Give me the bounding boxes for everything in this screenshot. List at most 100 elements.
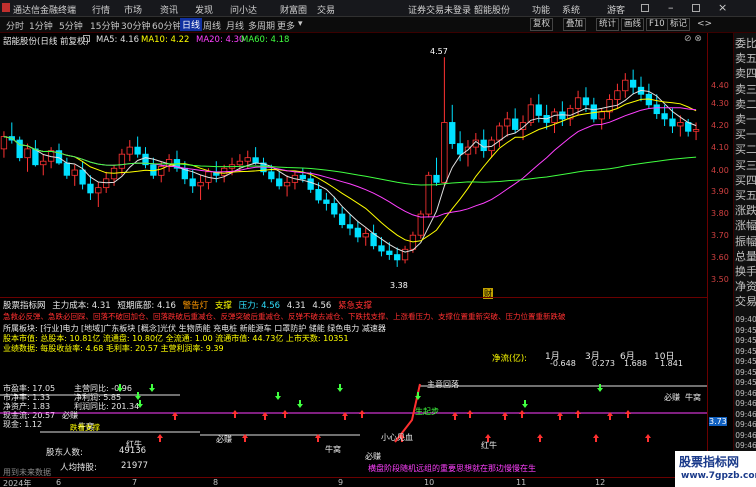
candle[interactable]	[189, 170, 196, 193]
sidebar-item[interactable]: 卖四	[735, 65, 756, 81]
period-15min[interactable]: 15分钟	[90, 19, 119, 32]
tool-diejia[interactable]: 叠加	[563, 18, 587, 31]
candle[interactable]	[323, 192, 330, 211]
period-weekly[interactable]: 周线	[203, 19, 221, 32]
period-daily[interactable]: 日线	[180, 18, 203, 31]
candle[interactable]	[252, 147, 259, 165]
candle[interactable]	[456, 131, 464, 162]
sidebar-item[interactable]: 卖五	[735, 50, 756, 66]
menu-item-jiaoyi[interactable]: 交易	[317, 3, 335, 16]
sidebar-item[interactable]: 买一	[735, 126, 756, 142]
sidebar-item[interactable]: 卖三	[735, 81, 756, 97]
candle[interactable]	[551, 108, 558, 134]
candle[interactable]	[354, 221, 362, 243]
period-30min[interactable]: 30分钟	[121, 19, 150, 32]
candle[interactable]	[464, 140, 472, 167]
period-fenshi[interactable]: 分时	[6, 19, 24, 32]
candle[interactable]	[276, 171, 283, 190]
settings-icon[interactable]	[83, 35, 90, 42]
period-60min[interactable]: 60分钟	[152, 19, 181, 32]
sidebar-item[interactable]: 振幅	[735, 233, 756, 249]
candle[interactable]	[433, 157, 440, 186]
candle[interactable]	[637, 76, 645, 102]
minimize-icon[interactable]: –	[668, 1, 674, 14]
candle[interactable]	[283, 175, 291, 197]
candle[interactable]	[71, 164, 78, 186]
candle[interactable]	[126, 140, 133, 162]
candle[interactable]	[291, 171, 299, 190]
candle[interactable]	[16, 136, 23, 162]
sidebar-item[interactable]: 总量	[735, 248, 756, 264]
candle[interactable]	[449, 104, 456, 149]
trade-login-notice[interactable]: 证券交易未登录	[408, 3, 471, 16]
candle[interactable]	[95, 182, 102, 208]
candle[interactable]	[622, 73, 629, 98]
menu-item-gongneng[interactable]: 功能	[532, 3, 550, 16]
sidebar-item[interactable]: 委比	[735, 35, 756, 51]
sidebar-item[interactable]: 卖一	[735, 111, 756, 127]
menu-item-faxian[interactable]: 发现	[195, 3, 213, 16]
candle[interactable]	[480, 129, 487, 158]
sidebar-item[interactable]: 交易	[735, 293, 756, 309]
candle[interactable]	[197, 175, 204, 200]
sidebar-item[interactable]: 涨跌	[735, 202, 756, 218]
candle[interactable]	[118, 148, 126, 176]
tool-biaoji[interactable]: 标记	[667, 18, 691, 31]
candle[interactable]	[0, 131, 8, 158]
candle[interactable]	[346, 214, 354, 236]
candle[interactable]	[362, 228, 369, 246]
candle[interactable]	[79, 161, 86, 190]
period-5min[interactable]: 5分钟	[59, 19, 83, 32]
menu-item-zixun[interactable]: 资讯	[160, 3, 178, 16]
tool-tongji[interactable]: 统计	[596, 18, 620, 31]
sidebar-item[interactable]: 净资	[735, 278, 756, 294]
tool-f10[interactable]: F10	[646, 18, 668, 31]
candle[interactable]	[40, 154, 47, 176]
sidebar-item[interactable]: 卖二	[735, 96, 756, 112]
candle[interactable]	[150, 157, 157, 179]
period-1min[interactable]: 1分钟	[29, 19, 53, 32]
candle[interactable]	[504, 111, 511, 137]
candle[interactable]	[417, 210, 424, 239]
sidebar-item[interactable]: 买三	[735, 157, 756, 173]
menu-item-shichang[interactable]: 市场	[124, 3, 142, 16]
candle[interactable]	[645, 83, 653, 109]
candle[interactable]	[394, 247, 401, 267]
sidebar-item[interactable]: 涨幅	[735, 217, 756, 233]
candle[interactable]	[63, 157, 71, 179]
tool-huaxian[interactable]: 画线	[621, 18, 645, 31]
user-guest[interactable]: 游客	[607, 3, 625, 16]
candle[interactable]	[47, 147, 55, 169]
candle[interactable]	[629, 69, 637, 95]
window-icon[interactable]	[641, 4, 649, 12]
candle[interactable]	[134, 136, 141, 158]
candle[interactable]	[512, 108, 519, 134]
sidebar-item[interactable]: 换手	[735, 263, 756, 279]
menu-item-wenxiaoda[interactable]: 问小达	[230, 3, 257, 16]
candle[interactable]	[338, 207, 346, 229]
menu-item-caifuquan[interactable]: 财富圈	[280, 3, 307, 16]
candlestick-chart[interactable]	[0, 44, 707, 289]
period-multi[interactable]: 多周期	[248, 19, 275, 32]
indicator-name[interactable]: 股票指标网	[3, 301, 46, 311]
maximize-icon[interactable]	[692, 4, 700, 12]
candle[interactable]	[496, 122, 503, 148]
chevron-down-icon[interactable]: ▾	[298, 19, 303, 29]
candle[interactable]	[87, 175, 94, 200]
close-icon[interactable]: ×	[718, 1, 727, 14]
period-more[interactable]: 更多	[277, 19, 295, 32]
candle[interactable]	[173, 150, 181, 172]
candle[interactable]	[370, 224, 377, 250]
sidebar-item[interactable]: 买四	[735, 172, 756, 188]
period-monthly[interactable]: 月线	[226, 19, 244, 32]
chart-settings-icon[interactable]: ⊘ ⊗	[684, 34, 702, 44]
candle[interactable]	[401, 245, 409, 264]
sidebar-item[interactable]: 买二	[735, 141, 756, 157]
tool-fuquan[interactable]: 复权	[530, 18, 554, 31]
menu-item-xitong[interactable]: 系统	[562, 3, 580, 16]
menu-item-hangqing[interactable]: 行情	[92, 3, 110, 16]
candle[interactable]	[24, 143, 31, 172]
candle[interactable]	[32, 140, 39, 167]
sidebar-item[interactable]: 买五	[735, 187, 756, 203]
collapse-arrow-icon[interactable]: <>	[697, 19, 712, 29]
